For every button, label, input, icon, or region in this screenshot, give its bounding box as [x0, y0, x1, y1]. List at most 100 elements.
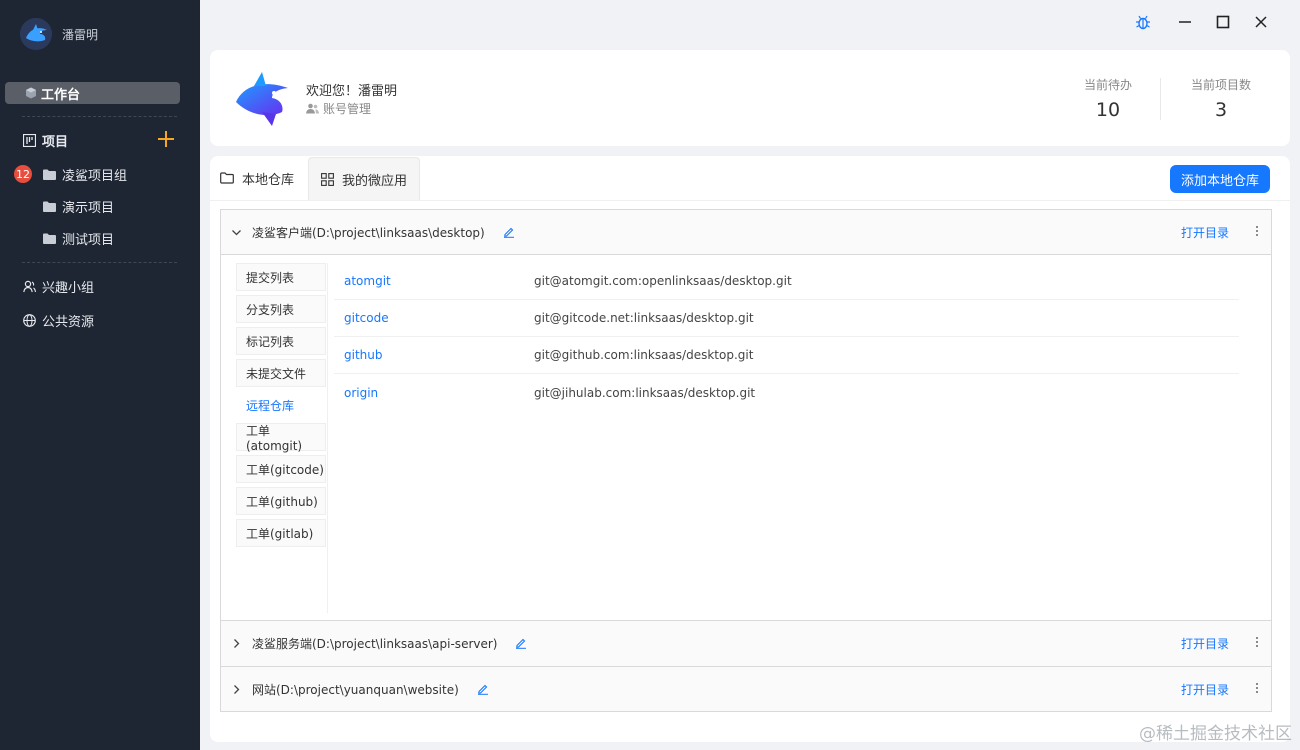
- debug-button[interactable]: [1124, 12, 1162, 32]
- subnav-issues-github[interactable]: 工单(github): [236, 487, 326, 515]
- more-vertical-icon[interactable]: [1255, 636, 1259, 648]
- shark-logo-icon: [20, 18, 52, 50]
- close-button[interactable]: [1242, 12, 1280, 32]
- chevron-down-icon[interactable]: [231, 227, 243, 238]
- repo-subnav: 提交列表 分支列表 标记列表 未提交文件 远程仓库 工单(atomgit) 工单…: [236, 263, 328, 613]
- subnav-tags[interactable]: 标记列表: [236, 327, 326, 355]
- user-group-icon: [22, 280, 36, 294]
- subnav-issues-atomgit[interactable]: 工单(atomgit): [236, 423, 326, 453]
- project-item-test[interactable]: 测试项目: [42, 229, 114, 248]
- tab-label: 我的微应用: [342, 173, 408, 189]
- divider: [22, 116, 177, 117]
- nav-workbench[interactable]: 工作台: [5, 82, 180, 104]
- remote-name-link[interactable]: github: [334, 348, 534, 362]
- repo-body: 提交列表 分支列表 标记列表 未提交文件 远程仓库 工单(atomgit) 工单…: [221, 254, 1271, 620]
- subnav-uncommitted[interactable]: 未提交文件: [236, 359, 326, 387]
- remote-url: git@github.com:linksaas/desktop.git: [534, 348, 754, 362]
- remote-name-link[interactable]: gitcode: [334, 311, 534, 325]
- account-management-label: 账号管理: [323, 102, 372, 116]
- nav-public-resources-label: 公共资源: [42, 315, 95, 330]
- nav-workbench-label: 工作台: [41, 87, 81, 103]
- nav-public-resources[interactable]: 公共资源: [22, 311, 94, 330]
- tab-local-repo[interactable]: 本地仓库: [210, 156, 306, 200]
- avatar[interactable]: [20, 18, 52, 50]
- list-item: gitcode git@gitcode.net:linksaas/desktop…: [334, 300, 1239, 337]
- stat-projects[interactable]: 当前项目数 3: [1171, 76, 1271, 121]
- repo-header[interactable]: 凌鲨服务端(D:\project\linksaas\api-server) 打开…: [221, 621, 1271, 665]
- folder-icon: [42, 232, 56, 246]
- repo-name: 凌鲨客户端(D:\project\linksaas\desktop): [252, 225, 485, 240]
- account-management-link[interactable]: 账号管理: [306, 100, 371, 117]
- project-item-label: 演示项目: [62, 201, 115, 216]
- repo-name: 网站(D:\project\yuanquan\website): [252, 682, 459, 697]
- maximize-icon: [1216, 15, 1230, 29]
- remote-url: git@gitcode.net:linksaas/desktop.git: [534, 311, 754, 325]
- repo-panel: 凌鲨客户端(D:\project\linksaas\desktop) 打开目录 …: [220, 209, 1272, 621]
- chevron-right-icon[interactable]: [231, 638, 243, 649]
- edit-icon[interactable]: [515, 637, 527, 649]
- project-item-label: 凌鲨项目组: [62, 169, 128, 184]
- list-item: github git@github.com:linksaas/desktop.g…: [334, 337, 1239, 374]
- window-controls: [1124, 12, 1280, 32]
- stat-value: 3: [1214, 99, 1228, 121]
- subnav-issues-gitcode[interactable]: 工单(gitcode): [236, 455, 326, 483]
- edit-icon[interactable]: [477, 683, 489, 695]
- close-icon: [1255, 16, 1267, 28]
- more-vertical-icon[interactable]: [1255, 682, 1259, 694]
- list-item: origin git@jihulab.com:linksaas/desktop.…: [334, 374, 1239, 411]
- repo-panel: 凌鲨服务端(D:\project\linksaas\api-server) 打开…: [220, 621, 1272, 667]
- nav-interest-group[interactable]: 兴趣小组: [22, 277, 94, 296]
- repo-name: 凌鲨服务端(D:\project\linksaas\api-server): [252, 636, 498, 651]
- repo-header[interactable]: 凌鲨客户端(D:\project\linksaas\desktop) 打开目录: [221, 210, 1271, 254]
- subnav-issues-gitlab[interactable]: 工单(gitlab): [236, 519, 326, 547]
- project-item-label: 测试项目: [62, 233, 115, 248]
- globe-icon: [22, 314, 36, 328]
- welcome-text: 欢迎您！潘雷明: [306, 84, 398, 99]
- subnav-commits[interactable]: 提交列表: [236, 263, 326, 291]
- app-grid-icon: [321, 172, 334, 186]
- tab-bar: 本地仓库 我的微应用: [210, 156, 421, 200]
- tab-label: 本地仓库: [242, 172, 295, 188]
- nav-projects[interactable]: 项目: [22, 131, 68, 150]
- open-directory-link[interactable]: 打开目录: [1181, 635, 1229, 652]
- chevron-right-icon[interactable]: [231, 684, 243, 695]
- edit-icon[interactable]: [503, 226, 515, 238]
- list-item: atomgit git@atomgit.com:openlinksaas/des…: [334, 263, 1239, 300]
- add-local-repo-button[interactable]: 添加本地仓库: [1169, 165, 1270, 193]
- remotes-list: atomgit git@atomgit.com:openlinksaas/des…: [334, 263, 1239, 411]
- maximize-button[interactable]: [1204, 12, 1242, 32]
- stat-label: 当前项目数: [1190, 78, 1251, 92]
- open-directory-link[interactable]: 打开目录: [1181, 224, 1229, 241]
- tab-micro-apps[interactable]: 我的微应用: [308, 157, 421, 200]
- welcome-card: 欢迎您！潘雷明 账号管理 当前待办 10 当前项目数 3: [210, 50, 1290, 146]
- stat-label: 当前待办: [1083, 78, 1132, 92]
- notification-badge: 12: [14, 165, 32, 183]
- subnav-branches[interactable]: 分支列表: [236, 295, 326, 323]
- project-item-demo[interactable]: 演示项目: [42, 197, 114, 216]
- folder-icon: [42, 200, 56, 214]
- project-item-linksaas-group[interactable]: 凌鲨项目组: [42, 165, 127, 184]
- cube-icon: [26, 87, 36, 99]
- folder-icon: [42, 168, 56, 182]
- more-vertical-icon[interactable]: [1255, 225, 1259, 237]
- nav-interest-group-label: 兴趣小组: [42, 281, 95, 296]
- minimize-button[interactable]: [1166, 12, 1204, 32]
- stat-todo[interactable]: 当前待办 10: [1058, 76, 1158, 121]
- shark-logo-icon: [236, 72, 288, 126]
- repo-header[interactable]: 网站(D:\project\yuanquan\website) 打开目录: [221, 667, 1271, 711]
- subnav-remotes[interactable]: 远程仓库: [236, 391, 326, 419]
- remote-name-link[interactable]: atomgit: [334, 274, 534, 288]
- remote-name-link[interactable]: origin: [334, 386, 534, 400]
- sidebar: 潘雷明 工作台 项目 12 凌鲨项目组 演示项目 测试项目 兴趣小组 公共资源: [0, 0, 200, 750]
- user-profile[interactable]: 潘雷明: [20, 18, 98, 50]
- add-project-plus-icon[interactable]: [156, 129, 176, 149]
- remote-url: git@atomgit.com:openlinksaas/desktop.git: [534, 274, 792, 288]
- repo-panel: 网站(D:\project\yuanquan\website) 打开目录: [220, 666, 1272, 712]
- divider: [210, 200, 1290, 201]
- stat-value: 10: [1095, 99, 1121, 121]
- project-board-icon: [22, 134, 36, 148]
- main-card: 本地仓库 我的微应用 添加本地仓库 凌鲨客户端(D:\project\links…: [210, 156, 1290, 742]
- remote-url: git@jihulab.com:linksaas/desktop.git: [534, 385, 756, 400]
- open-directory-link[interactable]: 打开目录: [1181, 681, 1229, 698]
- watermark: @稀土掘金技术社区: [1139, 724, 1292, 744]
